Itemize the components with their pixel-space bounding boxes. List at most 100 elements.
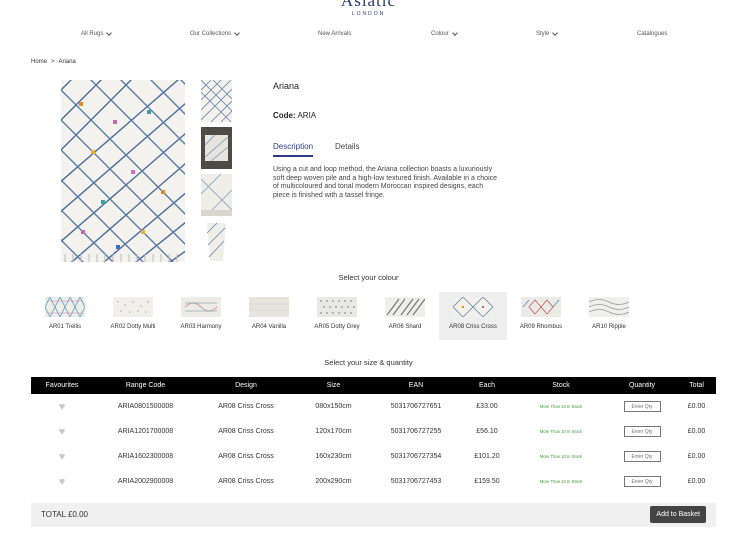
table-row: ♥ ARIA1602300008 AR08 Criss Cross 160x23… (31, 444, 716, 469)
heart-icon[interactable]: ♥ (57, 476, 67, 487)
swatch-ar05-dotty-grey[interactable]: AR05 Dotty Grey (303, 292, 371, 340)
breadcrumb-current: Ariana (58, 59, 76, 65)
swatch-label: AR03 Harmony (180, 324, 222, 330)
thumb-pattern (201, 221, 232, 263)
row-total: £0.00 (687, 403, 706, 410)
header-each: Each (479, 382, 495, 389)
brand-logo[interactable]: Asiatic LONDON (0, 0, 737, 17)
header-favourites: Favourites (45, 382, 79, 389)
price-each: £159.50 (474, 478, 500, 485)
header-stock: Stock (552, 382, 570, 389)
swatch-label: AR05 Dotty Grey (314, 324, 360, 330)
design: AR08 Criss Cross (218, 478, 274, 485)
swatch-ar02-dotty-multi[interactable]: AR02 Dotty Multi (99, 292, 167, 340)
nav-label: New Arrivals (318, 31, 352, 37)
swatch-ar01-trellis[interactable]: AR01 Trellis (31, 292, 99, 340)
product-code-label: Code: (273, 111, 296, 120)
design: AR08 Criss Cross (218, 428, 274, 435)
table-row: ♥ ARIA0801500008 AR08 Criss Cross 080x15… (31, 394, 716, 419)
ean: 5031706727453 (390, 478, 442, 485)
nav-all-rugs[interactable]: All Rugs (81, 30, 113, 37)
row-total: £0.00 (687, 453, 706, 460)
swatch-image (521, 297, 561, 317)
row-total: £0.00 (687, 428, 706, 435)
header-total: Total (689, 382, 704, 389)
table-header-row: Favourites Range Code Design Size EAN Ea… (31, 377, 716, 394)
swatch-label: AR04 Vanilla (251, 324, 287, 330)
range-code: ARIA2002900008 (117, 478, 174, 485)
nav-catalogues[interactable]: Catalogues (637, 31, 667, 37)
main-product-image[interactable] (61, 80, 185, 262)
product-code-value: ARIA (297, 111, 317, 120)
table-row: ♥ ARIA2002900008 AR08 Criss Cross 200x29… (31, 469, 716, 494)
chevron-down-icon (552, 30, 559, 36)
nav-our-collections[interactable]: Our Collections (190, 30, 240, 37)
swatch-image (317, 297, 357, 317)
swatch-label: AR01 Trellis (48, 324, 82, 330)
header-range-code: Range Code (125, 382, 166, 389)
price-each: £33.00 (476, 403, 498, 410)
heart-icon[interactable]: ♥ (57, 451, 67, 462)
thumbnail-1[interactable] (201, 80, 232, 122)
product-name: Ariana (273, 81, 300, 91)
swatch-image (249, 297, 289, 317)
thumbnail-2[interactable] (201, 127, 232, 169)
size: 160x230cm (315, 453, 352, 460)
swatch-image (589, 297, 629, 317)
swatch-ar10-ripple[interactable]: AR10 Ripple (575, 292, 643, 340)
size: 200x290cm (315, 478, 352, 485)
swatch-label: AR10 Ripple (592, 324, 626, 330)
chevron-down-icon (106, 30, 113, 36)
product-tabs: Description Details (273, 142, 359, 157)
product-code: Code: ARIA (273, 111, 316, 120)
breadcrumb-home[interactable]: Home (31, 59, 47, 65)
thumb-pattern (201, 127, 232, 169)
tab-details[interactable]: Details (335, 142, 359, 157)
table-row: ♥ ARIA1201700008 AR08 Criss Cross 120x17… (31, 419, 716, 444)
size: 080x150cm (315, 403, 352, 410)
quantity-input[interactable] (623, 401, 661, 412)
main-nav: All Rugs Our Collections New Arrivals Co… (0, 30, 737, 43)
stock-status: More Than 10 In Stock (539, 404, 583, 409)
stock-status: More Than 10 In Stock (539, 479, 583, 484)
swatch-label: AR06 Shard (388, 324, 422, 330)
quantity-input[interactable] (623, 451, 661, 462)
thumb-pattern (201, 174, 232, 216)
stock-status: More Than 10 In Stock (539, 454, 583, 459)
nav-new-arrivals[interactable]: New Arrivals (318, 31, 351, 37)
swatch-ar09-rhombus[interactable]: AR09 Rhombus (507, 292, 575, 340)
size: 120x170cm (315, 428, 352, 435)
swatch-ar06-shard[interactable]: AR06 Shard (371, 292, 439, 340)
range-code: ARIA1602300008 (117, 453, 174, 460)
swatch-ar08-criss-cross[interactable]: AR08 Criss Cross (439, 292, 507, 340)
tab-description[interactable]: Description (273, 142, 314, 157)
chevron-down-icon (234, 30, 240, 36)
ean: 5031706727651 (390, 403, 442, 410)
nav-style[interactable]: Style (536, 30, 559, 37)
heart-icon[interactable]: ♥ (57, 401, 67, 412)
quantity-input[interactable] (623, 426, 661, 437)
range-code: ARIA0801500008 (117, 403, 174, 410)
breadcrumb: Home > Ariana (31, 59, 76, 65)
chevron-down-icon (451, 30, 458, 36)
header-ean: EAN (408, 382, 424, 389)
range-code: ARIA1201700008 (117, 428, 174, 435)
swatch-label: AR08 Criss Cross (449, 324, 497, 330)
add-to-basket-button[interactable]: Add to Basket (650, 506, 706, 523)
swatch-label: AR02 Dotty Multi (110, 324, 156, 330)
thumbnail-3[interactable] (201, 174, 232, 216)
ean: 5031706727354 (390, 453, 442, 460)
design: AR08 Criss Cross (218, 403, 274, 410)
swatch-ar03-harmony[interactable]: AR03 Harmony (167, 292, 235, 340)
quantity-input[interactable] (623, 476, 661, 487)
swatch-label: AR09 Rhombus (519, 324, 563, 330)
price-each: £101.20 (474, 453, 500, 460)
heart-icon[interactable]: ♥ (57, 426, 67, 437)
thumbnail-4[interactable] (201, 221, 232, 263)
size-table: Favourites Range Code Design Size EAN Ea… (31, 377, 716, 494)
size-section-title: Select your size & quantity (324, 358, 413, 367)
swatch-ar04-vanilla[interactable]: AR04 Vanilla (235, 292, 303, 340)
nav-colour[interactable]: Colour (431, 30, 458, 37)
breadcrumb-separator: > (51, 59, 55, 65)
thumbnail-strip (201, 80, 232, 268)
